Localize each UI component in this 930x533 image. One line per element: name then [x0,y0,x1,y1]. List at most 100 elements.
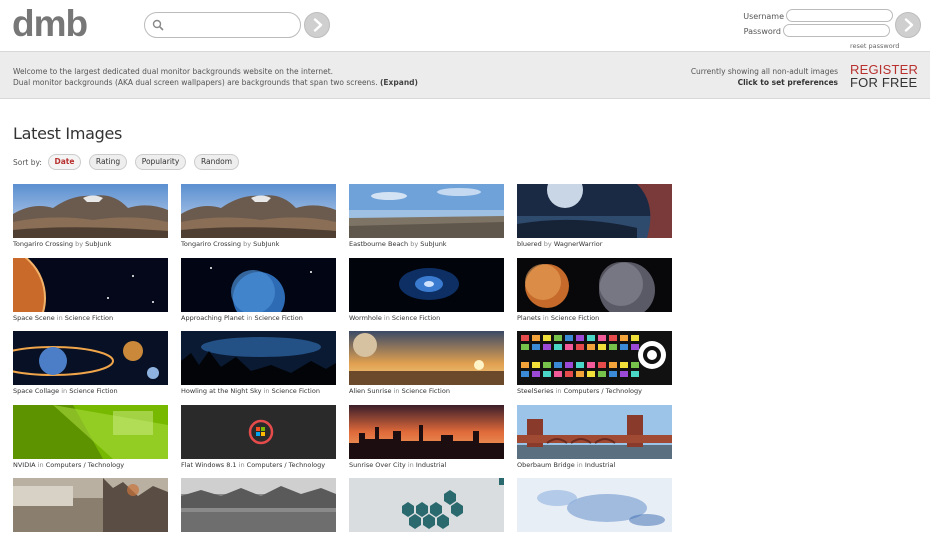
image-thumbnail[interactable] [517,258,672,312]
image-card[interactable]: Tongariro Crossing by SubJunk [13,184,168,249]
image-card[interactable]: Tongariro Crossing by SubJunk [181,184,336,249]
image-category[interactable]: Science Fiction [254,314,302,322]
image-thumbnail[interactable] [349,258,504,312]
image-thumbnail[interactable] [349,331,504,385]
image-caption: Oberbaum Bridge in Industrial [517,461,672,470]
image-caption: Howling at the Night Sky in Science Fict… [181,387,336,396]
image-thumbnail[interactable] [181,258,336,312]
image-category[interactable]: Science Fiction [402,387,450,395]
image-card[interactable]: Wormhole in Science Fiction [349,258,504,323]
image-title[interactable]: NVIDIA [13,461,36,469]
image-thumbnail[interactable] [517,184,672,238]
image-thumbnail[interactable] [13,258,168,312]
image-card[interactable]: Alien Sunrise in Science Fiction [349,331,504,396]
image-title[interactable]: SteelSeries [517,387,553,395]
image-card[interactable] [13,478,168,532]
caption-separator: by [243,240,252,248]
image-thumbnail[interactable] [181,478,336,532]
site-logo[interactable]: dmb [12,4,88,44]
search-box[interactable] [144,12,301,38]
image-title[interactable]: Sunrise Over City [349,461,406,469]
image-category[interactable]: Science Fiction [69,387,117,395]
sort-popularity-button[interactable]: Popularity [135,154,186,170]
image-title[interactable]: Approaching Planet [181,314,244,322]
image-caption: Alien Sunrise in Science Fiction [349,387,504,396]
register-link[interactable]: REGISTER FOR FREE [850,63,918,89]
image-thumbnail[interactable] [349,405,504,459]
sort-random-button[interactable]: Random [194,154,239,170]
password-field[interactable] [783,24,890,37]
login-submit-button[interactable] [895,12,921,38]
image-title[interactable]: Flat Windows 8.1 [181,461,237,469]
image-author[interactable]: SubJunk [253,240,279,248]
caption-separator: in [263,387,270,395]
image-title[interactable]: Wormhole [349,314,382,322]
image-category[interactable]: Computers / Technology [564,387,642,395]
sort-date-button[interactable]: Date [48,154,81,170]
caption-separator: in [37,461,44,469]
image-thumbnail[interactable] [181,184,336,238]
image-author[interactable]: SubJunk [85,240,111,248]
image-title[interactable]: Oberbaum Bridge [517,461,575,469]
image-title[interactable]: Planets [517,314,541,322]
image-title[interactable]: Howling at the Night Sky [181,387,261,395]
image-thumbnail[interactable] [13,184,168,238]
image-author[interactable]: WagnerWarrior [554,240,603,248]
image-card[interactable] [517,478,672,532]
caption-separator: by [410,240,419,248]
image-title[interactable]: bluered [517,240,542,248]
username-field[interactable] [786,9,893,22]
image-caption: Space Collage in Science Fiction [13,387,168,396]
image-thumbnail[interactable] [349,184,504,238]
image-title[interactable]: Tongariro Crossing [181,240,241,248]
username-label: Username [743,12,784,21]
image-title[interactable]: Eastbourne Beach [349,240,408,248]
image-category[interactable]: Science Fiction [272,387,320,395]
image-thumbnail[interactable] [517,331,672,385]
image-title[interactable]: Tongariro Crossing [13,240,73,248]
image-thumbnail[interactable] [13,331,168,385]
image-card[interactable]: bluered by WagnerWarrior [517,184,672,249]
image-card[interactable]: Approaching Planet in Science Fiction [181,258,336,323]
image-card[interactable] [349,478,504,532]
image-category[interactable]: Computers / Technology [247,461,325,469]
image-card[interactable]: Flat Windows 8.1 in Computers / Technolo… [181,405,336,470]
image-category[interactable]: Industrial [416,461,447,469]
search-submit-button[interactable] [304,12,330,38]
image-card[interactable]: Sunrise Over City in Industrial [349,405,504,470]
image-author[interactable]: SubJunk [420,240,446,248]
image-thumbnail[interactable] [517,405,672,459]
filter-status: Currently showing all non-adult images [690,67,838,76]
image-thumbnail[interactable] [517,478,672,532]
image-card[interactable]: Space Scene in Science Fiction [13,258,168,323]
image-title[interactable]: Space Collage [13,387,59,395]
image-category[interactable]: Science Fiction [392,314,440,322]
reset-password-link[interactable]: reset password [850,42,899,50]
expand-link[interactable]: (Expand) [380,78,418,87]
image-category[interactable]: Industrial [585,461,616,469]
image-category[interactable]: Science Fiction [551,314,599,322]
image-card[interactable]: Howling at the Night Sky in Science Fict… [181,331,336,396]
search-input[interactable] [169,16,294,34]
image-card[interactable]: Space Collage in Science Fiction [13,331,168,396]
caption-separator: in [61,387,68,395]
image-category[interactable]: Science Fiction [65,314,113,322]
image-thumbnail[interactable] [349,478,504,532]
image-caption: Space Scene in Science Fiction [13,314,168,323]
image-card[interactable]: Oberbaum Bridge in Industrial [517,405,672,470]
image-thumbnail[interactable] [13,405,168,459]
image-category[interactable]: Computers / Technology [46,461,124,469]
image-title[interactable]: Space Scene [13,314,55,322]
sort-rating-button[interactable]: Rating [89,154,127,170]
image-title[interactable]: Alien Sunrise [349,387,391,395]
image-thumbnail[interactable] [181,331,336,385]
image-card[interactable] [181,478,336,532]
image-card[interactable]: Planets in Science Fiction [517,258,672,323]
image-card[interactable]: NVIDIA in Computers / Technology [13,405,168,470]
image-card[interactable]: Eastbourne Beach by SubJunk [349,184,504,249]
image-caption: Sunrise Over City in Industrial [349,461,504,470]
image-card[interactable]: SteelSeries in Computers / Technology [517,331,672,396]
image-thumbnail[interactable] [181,405,336,459]
set-preferences-link[interactable]: Click to set preferences [738,78,838,87]
image-thumbnail[interactable] [13,478,168,532]
